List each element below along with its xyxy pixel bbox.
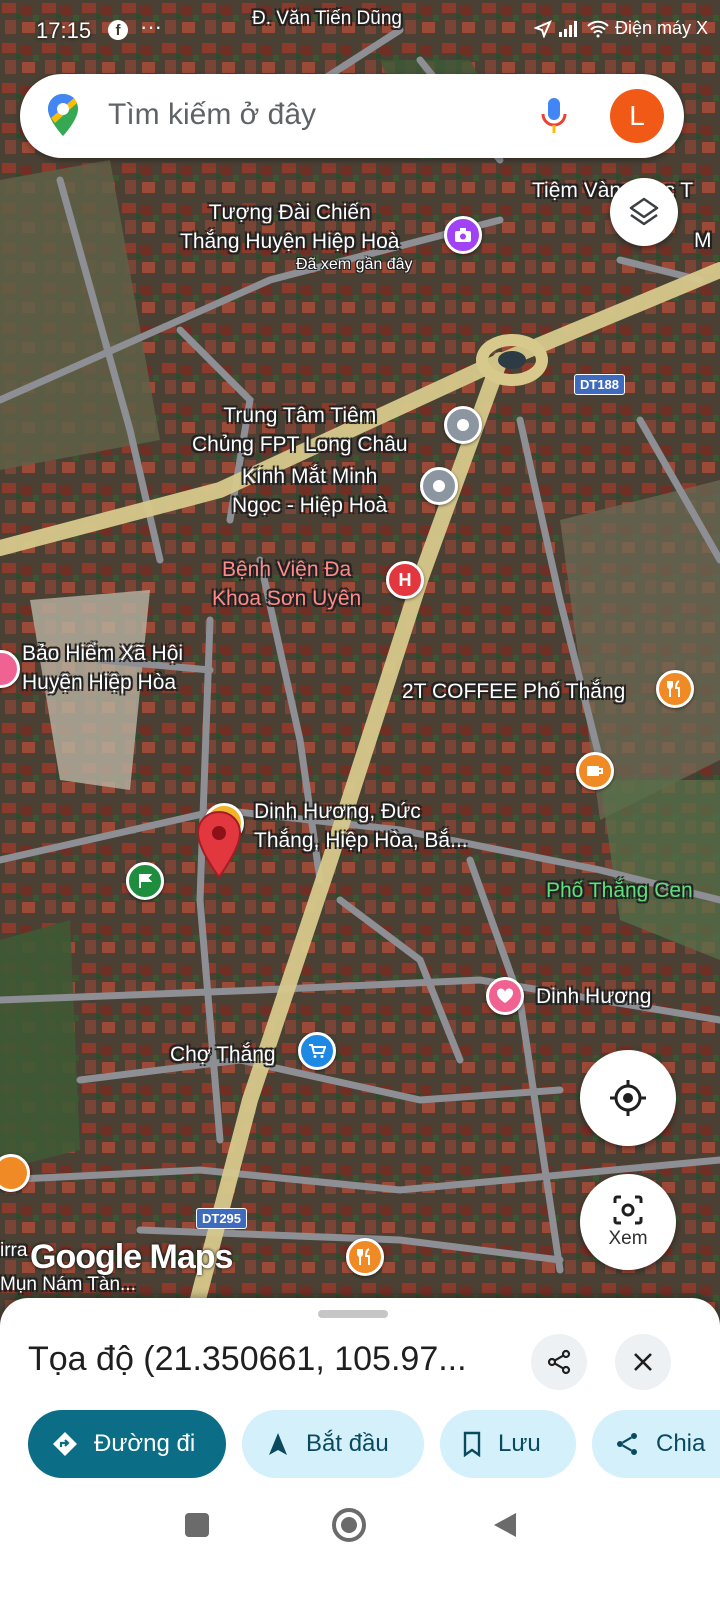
location-arrow-icon xyxy=(533,20,552,40)
place-label-pho-thang[interactable]: Phố Thắng Cen xyxy=(546,876,693,905)
directions-button[interactable]: Đường đi xyxy=(28,1410,226,1478)
dropped-pin-label: Dinh Hương, Đức Thắng, Hiệp Hòa, Bắ... xyxy=(254,800,468,852)
recent-apps-icon[interactable] xyxy=(182,1510,212,1540)
navigation-arrow-icon xyxy=(266,1431,290,1457)
save-button[interactable]: Lưu xyxy=(440,1410,576,1478)
camera-pin-icon[interactable] xyxy=(444,216,482,254)
recently-viewed-label: Đã xem gần đây xyxy=(296,256,413,273)
save-label: Lưu xyxy=(498,1430,541,1457)
home-icon[interactable] xyxy=(330,1506,368,1544)
directions-label: Đường đi xyxy=(94,1430,196,1457)
place-label-benh-vien[interactable]: Bệnh Viện Đa Khoa Sơn Uyên xyxy=(212,555,361,613)
place-label-2t-coffee[interactable]: 2T COFFEE Phố Thắng xyxy=(402,677,625,706)
status-time: 17:15 xyxy=(36,18,92,43)
google-maps-logo-icon xyxy=(48,94,78,136)
my-location-button[interactable] xyxy=(580,1050,676,1146)
place-label-m: M xyxy=(694,229,712,252)
wifi-icon xyxy=(587,21,609,38)
heart-pin-icon[interactable] xyxy=(486,977,524,1015)
search-input[interactable]: Tìm kiếm ở đây xyxy=(108,98,316,132)
place-label-cho-thang[interactable]: Chợ Thắng xyxy=(170,1040,276,1069)
status-right-text: Điện máy X xyxy=(614,18,708,38)
place-label-tuong-dai[interactable]: Tượng Đài Chiến Thắng Huyện Hiệp Hoà xyxy=(180,198,399,256)
signal-icon xyxy=(558,21,577,38)
lens-view-button[interactable]: Xem xyxy=(580,1174,676,1270)
google-maps-watermark: Google Maps xyxy=(30,1238,233,1276)
restaurant-pin-icon[interactable] xyxy=(656,670,694,708)
share-icon xyxy=(547,1349,571,1375)
layers-button[interactable] xyxy=(610,178,678,246)
close-button[interactable] xyxy=(615,1334,671,1390)
place-label-irra: irra xyxy=(0,1240,28,1261)
search-bar[interactable]: Tìm kiếm ở đây L xyxy=(20,74,684,158)
flag-pin-icon[interactable] xyxy=(126,862,164,900)
place-label-dinh-huong[interactable]: Dinh Hương xyxy=(536,982,651,1011)
start-label: Bắt đầu xyxy=(306,1430,389,1457)
start-navigation-button[interactable]: Bắt đầu xyxy=(242,1410,424,1478)
lens-label: Xem xyxy=(608,1228,648,1249)
place-label-fpt-long-chau[interactable]: Trung Tâm Tiêm Chủng FPT Long Châu xyxy=(192,401,408,459)
camera-lens-icon xyxy=(613,1195,643,1225)
dropped-pin-marker-icon[interactable] xyxy=(195,810,243,882)
back-icon[interactable] xyxy=(490,1510,520,1540)
share-button[interactable] xyxy=(531,1334,587,1390)
facebook-icon: f xyxy=(108,20,128,40)
status-bar: 17:15 f ··· Điện máy X xyxy=(0,0,720,64)
bookmark-icon xyxy=(462,1431,482,1457)
share-label: Chia xyxy=(656,1430,706,1457)
restaurant-pin-bottom-icon[interactable] xyxy=(346,1238,384,1276)
hospital-pin-icon[interactable]: H xyxy=(386,561,424,599)
location-pin-kinh-mat-icon[interactable] xyxy=(420,467,458,505)
account-avatar[interactable]: L xyxy=(610,89,664,143)
system-navigation-bar xyxy=(0,1480,720,1601)
shopping-cart-pin-icon[interactable] xyxy=(298,1032,336,1070)
coordinates-title: Tọa độ (21.350661, 105.97... xyxy=(28,1340,467,1378)
location-pin-fpt-icon[interactable] xyxy=(444,406,482,444)
drag-handle[interactable] xyxy=(318,1310,388,1318)
road-shield-dt295: DT295 xyxy=(196,1208,248,1229)
share-chip-icon xyxy=(614,1431,640,1457)
share-chip-button[interactable]: Chia xyxy=(592,1410,720,1478)
layers-icon xyxy=(629,197,659,226)
microphone-icon[interactable] xyxy=(540,96,568,136)
place-label-bao-hiem[interactable]: Bảo Hiểm Xã Hội Huyện Hiệp Hòa xyxy=(22,639,183,697)
cafe-pin-icon[interactable] xyxy=(576,752,614,790)
system-icons: Điện máy X xyxy=(533,18,708,40)
road-shield-dt188: DT188 xyxy=(574,374,626,395)
more-notifications-icon: ··· xyxy=(140,14,162,39)
close-icon xyxy=(634,1353,652,1371)
crosshair-icon xyxy=(610,1080,646,1116)
directions-icon xyxy=(52,1431,78,1457)
place-label-kinh-mat[interactable]: Kính Mắt Minh Ngọc - Hiệp Hoà xyxy=(232,462,387,520)
